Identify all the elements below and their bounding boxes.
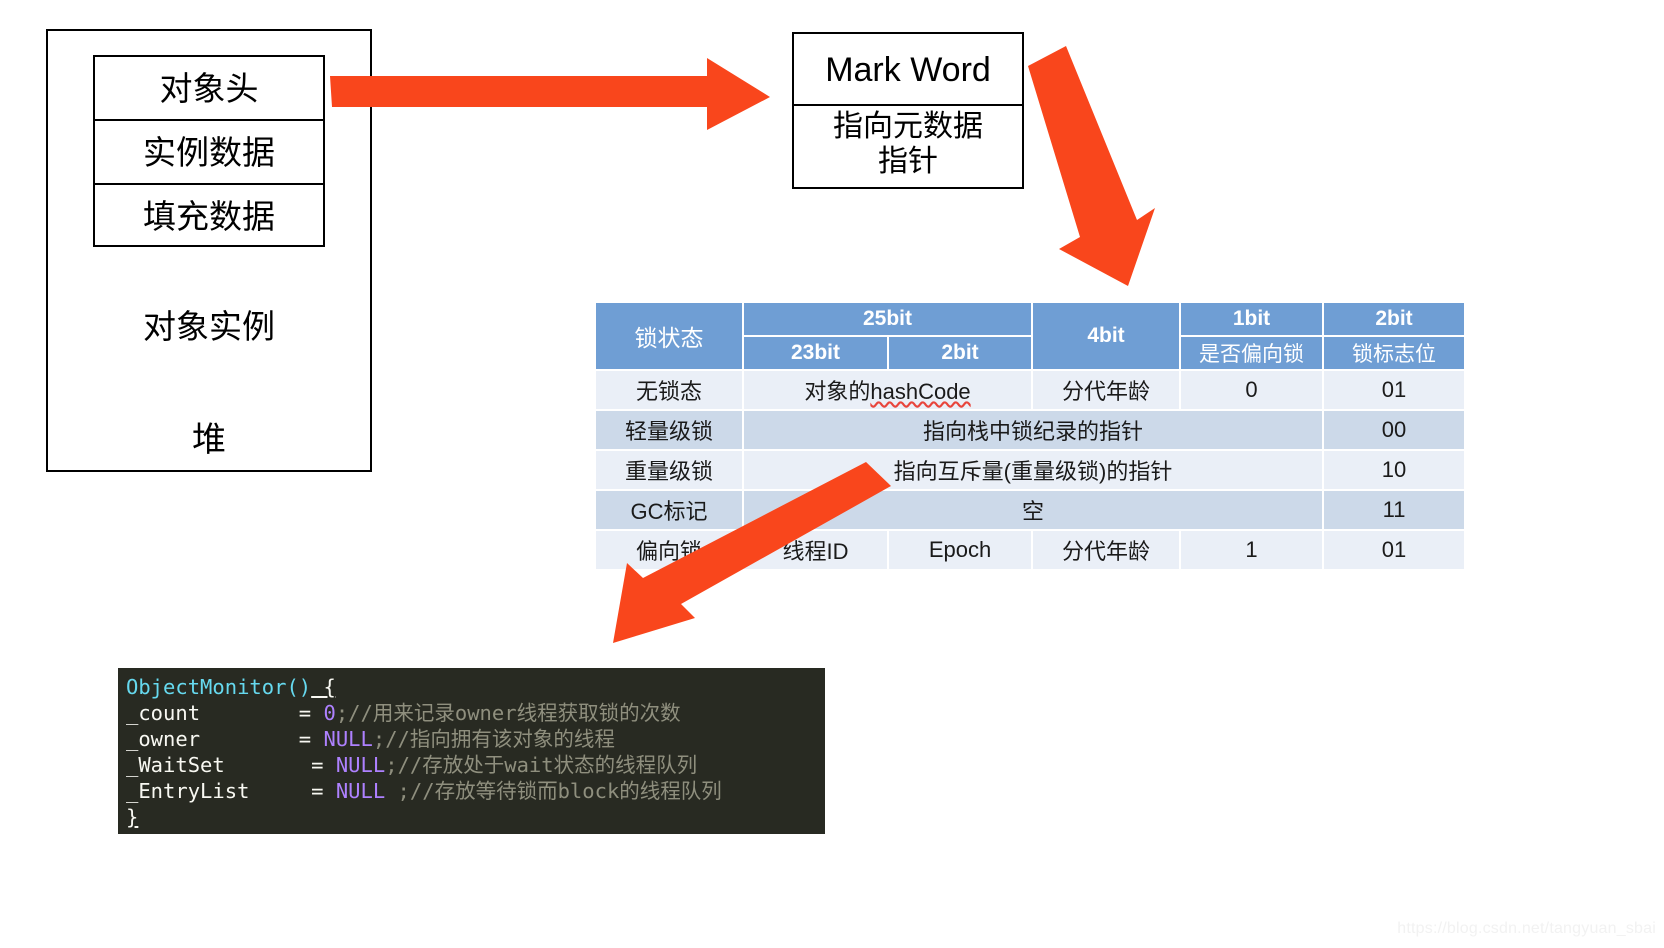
code-semi-1: ; <box>335 701 349 725</box>
mark-word-title: Mark Word <box>792 32 1024 104</box>
header-25bit: 25bit <box>744 303 1034 337</box>
header-lock-flag-bits: 锁标志位 <box>1324 337 1467 371</box>
cell-lock-flag-3: 11 <box>1324 491 1467 531</box>
arrow-markword-to-table <box>1028 46 1155 286</box>
code-semi-3: ; <box>385 753 398 777</box>
header-23bit: 23bit <box>744 337 889 371</box>
cell-biased-flag-0: 0 <box>1181 371 1325 411</box>
cell-lock-flag-0: 01 <box>1324 371 1467 411</box>
cell-mutex-pointer: 指向互斥量(重量级锁)的指针 <box>744 451 1325 491</box>
code-comment-count: //用来记录owner线程获取锁的次数 <box>348 701 681 725</box>
code-open-brace: { <box>311 675 336 699</box>
code-comment-entrylist: //存放等待锁而block的线程队列 <box>409 779 722 803</box>
code-comment-owner: //指向拥有该对象的线程 <box>385 727 615 751</box>
code-semi-2: ; <box>372 727 386 751</box>
row-state-biased-lock: 偏向锁 <box>596 531 744 571</box>
row-state-heavyweight-lock: 重量级锁 <box>596 451 744 491</box>
cell-hashcode: 对象的hashCode <box>744 371 1034 411</box>
code-fn-name: ObjectMonitor() <box>126 675 312 699</box>
code-pad-4: = <box>249 779 336 803</box>
table-row: 轻量级锁 指向栈中锁纪录的指针 00 <box>596 411 1467 451</box>
mark-word-subtitle-line2: 指针 <box>878 145 938 178</box>
header-2bit-sub: 2bit <box>889 337 1034 371</box>
instance-data-cell: 实例数据 <box>93 119 325 183</box>
code-comment-waitset: //存放处于wait状态的线程队列 <box>397 753 698 777</box>
cell-lock-flag-1: 00 <box>1324 411 1467 451</box>
spellcheck-hashcode: hashCode <box>870 379 971 404</box>
arrow-objecthead-to-markword <box>330 58 770 130</box>
cell-generational-age-4: 分代年龄 <box>1033 531 1182 571</box>
watermark: https://blog.csdn.net/tangyuan_sbai <box>1397 920 1656 937</box>
table-row: 偏向锁 线程ID Epoch 分代年龄 1 01 <box>596 531 1467 571</box>
mark-word-subtitle-line1: 指向元数据 <box>833 110 983 143</box>
row-state-no-lock: 无锁态 <box>596 371 744 411</box>
code-pad-2: = <box>200 727 324 751</box>
cell-empty: 空 <box>744 491 1325 531</box>
header-2bit: 2bit <box>1324 303 1467 337</box>
object-instance-stack: 对象头 实例数据 填充数据 <box>93 55 325 247</box>
code-value-count: 0 <box>323 701 336 725</box>
header-lock-state: 锁状态 <box>596 303 744 371</box>
table-row: GC标记 空 11 <box>596 491 1467 531</box>
code-var-entrylist: _EntryList <box>126 779 250 803</box>
table-header-row-1: 锁状态 25bit 4bit 1bit 2bit <box>596 303 1467 371</box>
object-header-cell: 对象头 <box>93 55 325 119</box>
table-row: 无锁态 对象的hashCode 分代年龄 0 01 <box>596 371 1467 411</box>
objectmonitor-code-block: ObjectMonitor() { _count = 0;//用来记录owner… <box>118 668 825 834</box>
row-state-lightweight-lock: 轻量级锁 <box>596 411 744 451</box>
cell-stack-lock-record-pointer: 指向栈中锁纪录的指针 <box>744 411 1325 451</box>
code-semi-4: ; <box>385 779 410 803</box>
mark-word-subtitle: 指向元数据 指针 <box>792 104 1024 189</box>
code-var-owner: _owner <box>126 727 201 751</box>
row-state-gc-mark: GC标记 <box>596 491 744 531</box>
padding-data-cell: 填充数据 <box>93 183 325 247</box>
code-var-waitset: _WaitSet <box>126 753 225 777</box>
cell-generational-age-0: 分代年龄 <box>1033 371 1182 411</box>
code-close-brace: } <box>126 805 139 829</box>
code-value-entrylist: NULL <box>335 779 386 803</box>
code-value-waitset: NULL <box>335 753 386 777</box>
cell-biased-flag-4: 1 <box>1181 531 1325 571</box>
code-pad-1: = <box>200 701 324 725</box>
header-4bit: 4bit <box>1033 303 1182 371</box>
cell-epoch: Epoch <box>889 531 1034 571</box>
lock-state-table: 锁状态 25bit 4bit 1bit 2bit 23bit 2bit 是否偏向… <box>596 303 1467 571</box>
cell-thread-id: 线程ID <box>744 531 889 571</box>
header-is-biased-lock: 是否偏向锁 <box>1181 337 1325 371</box>
table-row: 重量级锁 指向互斥量(重量级锁)的指针 10 <box>596 451 1467 491</box>
heap-label: 堆 <box>192 421 226 459</box>
code-var-count: _count <box>126 701 201 725</box>
code-pad-3: = <box>224 753 336 777</box>
cell-lock-flag-2: 10 <box>1324 451 1467 491</box>
object-instance-label: 对象实例 <box>143 308 275 345</box>
header-1bit: 1bit <box>1181 303 1325 337</box>
cell-lock-flag-4: 01 <box>1324 531 1467 571</box>
code-value-owner: NULL <box>323 727 373 751</box>
mark-word-box: Mark Word 指向元数据 指针 <box>792 32 1024 189</box>
